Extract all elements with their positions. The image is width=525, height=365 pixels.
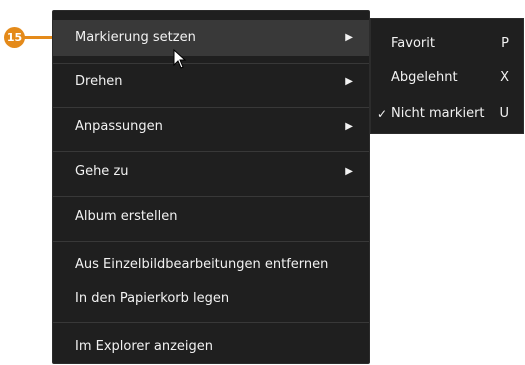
menu-item-label: Im Explorer anzeigen	[75, 339, 214, 354]
menu-item-papierkorb[interactable]: In den Papierkorb legen	[53, 281, 369, 317]
menu-item-markierung-setzen[interactable]: Markierung setzen ▶	[53, 20, 369, 56]
submenu-arrow-icon: ▶	[345, 32, 353, 43]
menu-separator	[53, 196, 369, 197]
checkmark-icon: ✓	[377, 107, 388, 121]
menu-item-aus-einzelbildbearbeitungen-entfernen[interactable]: Aus Einzelbildbearbeitungen entfernen	[53, 247, 369, 283]
submenu-item-label: Favorit	[391, 36, 435, 51]
menu-item-gehe-zu[interactable]: Gehe zu ▶	[53, 154, 369, 190]
menu-item-label: Album erstellen	[75, 209, 178, 224]
shortcut-key: U	[499, 106, 509, 121]
menu-item-label: Gehe zu	[75, 164, 129, 179]
submenu-markierung: Favorit P Abgelehnt X ✓ Nicht markiert U	[370, 18, 524, 134]
submenu-arrow-icon: ▶	[345, 76, 353, 87]
submenu-arrow-icon: ▶	[345, 121, 353, 132]
menu-separator	[53, 151, 369, 152]
menu-item-album-erstellen[interactable]: Album erstellen	[53, 199, 369, 235]
menu-item-label: Aus Einzelbildbearbeitungen entfernen	[75, 257, 329, 272]
submenu-item-label: Abgelehnt	[391, 70, 458, 85]
callout-badge: 15	[4, 27, 25, 48]
menu-item-label: In den Papierkorb legen	[75, 291, 230, 306]
shortcut-key: P	[501, 36, 509, 51]
menu-item-im-explorer-anzeigen[interactable]: Im Explorer anzeigen	[53, 329, 369, 365]
submenu-arrow-icon: ▶	[345, 166, 353, 177]
menu-separator	[53, 107, 369, 108]
menu-item-label: Markierung setzen	[75, 30, 196, 45]
menu-item-anpassungen[interactable]: Anpassungen ▶	[53, 109, 369, 145]
mouse-pointer-icon	[173, 49, 187, 69]
context-menu: Markierung setzen ▶ Drehen ▶ Anpassungen…	[52, 10, 370, 364]
submenu-item-abgelehnt[interactable]: Abgelehnt X	[371, 63, 523, 93]
menu-separator	[53, 322, 369, 323]
menu-item-label: Anpassungen	[75, 119, 163, 134]
menu-item-label: Drehen	[75, 74, 123, 89]
menu-item-drehen[interactable]: Drehen ▶	[53, 64, 369, 100]
submenu-item-nicht-markiert[interactable]: ✓ Nicht markiert U	[371, 99, 523, 129]
menu-separator	[53, 241, 369, 242]
submenu-item-label: Nicht markiert	[391, 106, 485, 121]
shortcut-key: X	[500, 70, 509, 85]
submenu-item-favorit[interactable]: Favorit P	[371, 29, 523, 59]
